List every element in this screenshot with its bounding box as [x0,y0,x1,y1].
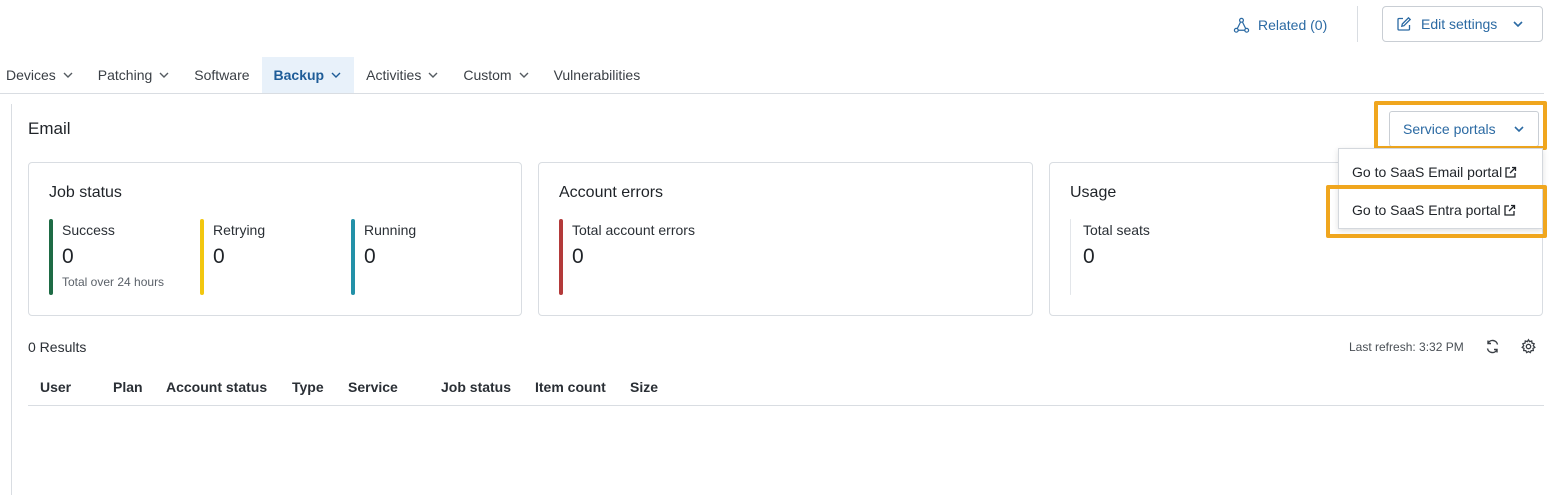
metric-running: Running 0 [351,219,416,295]
metric-total-account-errors: Total account errors 0 [559,219,695,295]
metric-label: Total seats [1083,222,1150,238]
metric-label: Retrying [213,222,266,238]
metric-value: 0 [213,245,225,268]
column-header-size[interactable]: Size [630,379,658,395]
top-bar: Related (0) Edit settings [0,0,1562,50]
tab-backup[interactable]: Backup [261,57,355,93]
chevron-down-icon [331,72,341,78]
section-title: Email [28,119,71,138]
content-left-border [11,104,12,495]
tab-label: Custom [463,67,512,83]
status-bar [1070,219,1071,295]
menu-item-label: Go to SaaS Email portal [1352,164,1503,180]
status-bar [49,219,53,295]
results-count: 0 Results [28,339,87,355]
card-title: Job status [49,184,122,201]
tab-label: Vulnerabilities [553,67,641,83]
external-link-icon [1505,166,1517,178]
chevron-down-icon [1513,21,1523,28]
metric-retrying: Retrying 0 [200,219,265,295]
table-header: User Plan Account status Type Service Jo… [28,368,1544,406]
highlight-box [1374,101,1547,150]
job-status-card: Job status Success 0 Total over 24 hours… [28,162,522,316]
related-label: Related (0) [1258,17,1328,33]
gear-icon[interactable] [1520,338,1537,355]
account-errors-card: Account errors Total account errors 0 [538,162,1033,316]
tab-software[interactable]: Software [182,57,261,93]
tabs-divider [0,93,1544,94]
highlight-box [1326,185,1547,238]
column-header-type[interactable]: Type [292,379,324,395]
related-link[interactable]: Related (0) [1233,14,1327,36]
status-bar [351,219,355,295]
header-divider [1357,6,1358,42]
metric-subtext: Total over 24 hours [62,275,165,289]
metric-label: Total account errors [572,222,695,238]
last-refresh: Last refresh: 3:32 PM [1349,340,1464,354]
chevron-down-icon [159,72,169,78]
column-header-account-status[interactable]: Account status [166,379,267,395]
tab-label: Patching [97,67,153,83]
tab-label: Devices [6,67,56,83]
column-header-user[interactable]: User [40,379,71,395]
tab-vulnerabilities[interactable]: Vulnerabilities [542,57,653,93]
chevron-down-icon [63,72,73,78]
edit-settings-button[interactable]: Edit settings [1382,6,1543,42]
metric-label: Success [62,222,115,238]
related-icon [1233,17,1250,33]
refresh-icon[interactable] [1484,338,1501,355]
metric-total-seats: Total seats 0 [1070,219,1150,295]
status-bar [559,219,563,295]
tab-patching[interactable]: Patching [86,57,182,93]
metric-value: 0 [364,245,376,268]
edit-settings-label: Edit settings [1421,16,1498,32]
chevron-down-icon [519,72,529,78]
metric-success: Success 0 Total over 24 hours [49,219,164,295]
column-header-plan[interactable]: Plan [113,379,143,395]
column-header-service[interactable]: Service [348,379,398,395]
column-header-job-status[interactable]: Job status [441,379,511,395]
tab-label: Software [194,67,250,83]
chevron-down-icon [428,72,438,78]
metric-value: 0 [572,245,584,268]
metric-value: 0 [1083,245,1095,268]
tab-custom[interactable]: Custom [451,57,541,93]
tab-bar: Devices Patching Software Backup Activit… [0,57,652,93]
tab-label: Backup [273,67,325,83]
tab-devices[interactable]: Devices [0,57,86,93]
card-title: Account errors [559,184,664,201]
tab-activities[interactable]: Activities [354,57,451,93]
card-title: Usage [1070,184,1117,201]
status-bar [200,219,204,295]
metric-label: Running [364,222,417,238]
metric-value: 0 [62,245,74,268]
edit-icon [1397,16,1412,31]
column-header-item-count[interactable]: Item count [535,379,606,395]
tab-label: Activities [366,67,422,83]
